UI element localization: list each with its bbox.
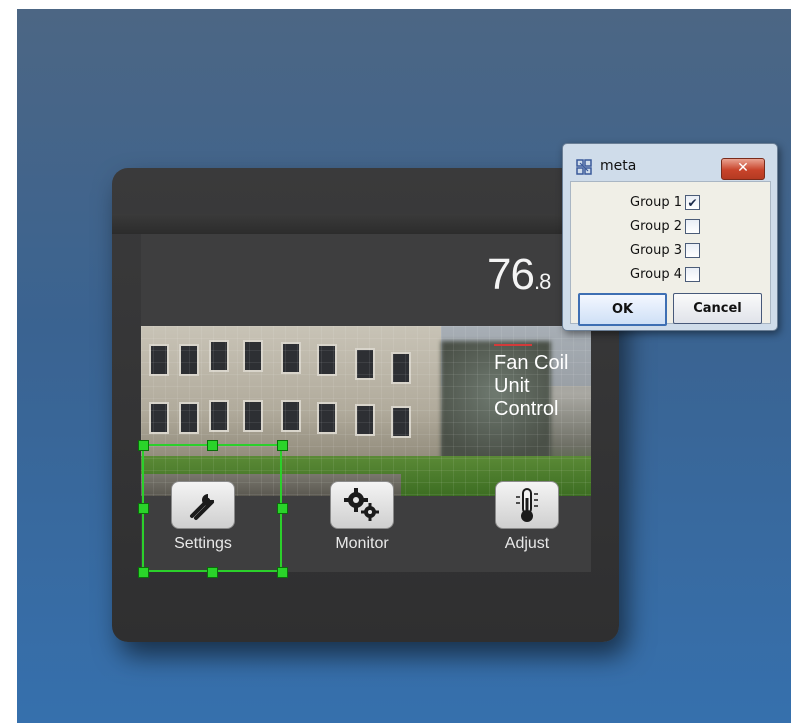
group-row-1[interactable]: Group 1 ✔: [630, 195, 700, 210]
group-checkbox[interactable]: ✔: [685, 195, 700, 210]
resize-handle-bottom[interactable]: [207, 567, 218, 578]
title-line-1: Fan Coil: [494, 352, 569, 374]
monitor-label: Monitor: [335, 535, 389, 552]
monitor-tile: [330, 481, 394, 529]
screen-title[interactable]: Fan Coil Unit Control: [494, 344, 594, 421]
group-row-2[interactable]: Group 2: [630, 219, 700, 234]
thermometer-icon: [516, 488, 538, 522]
title-accent-line: [494, 344, 532, 346]
temperature-readout[interactable]: 76.8: [487, 250, 551, 300]
resize-handle-left[interactable]: [138, 503, 149, 514]
group-row-4[interactable]: Group 4: [630, 267, 700, 282]
dialog-titlebar[interactable]: meta ✕: [563, 144, 777, 180]
grid-app-icon: [576, 159, 592, 175]
title-line-3: Control: [494, 398, 559, 420]
gears-icon: [344, 488, 379, 521]
group-label: Group 2: [630, 219, 682, 234]
ok-button[interactable]: OK: [578, 293, 667, 326]
resize-handle-right[interactable]: [277, 503, 288, 514]
temperature-fraction: .8: [533, 269, 551, 294]
cancel-label: Cancel: [693, 301, 742, 316]
adjust-button[interactable]: Adjust: [494, 481, 560, 553]
group-row-3[interactable]: Group 3: [630, 243, 700, 258]
adjust-label: Adjust: [504, 535, 550, 552]
cancel-button[interactable]: Cancel: [673, 293, 762, 324]
group-label: Group 1: [630, 195, 682, 210]
resize-handle-bottom-right[interactable]: [277, 567, 288, 578]
temperature-integer: 76: [487, 250, 535, 299]
selection-box[interactable]: [142, 444, 282, 572]
resize-handle-bottom-left[interactable]: [138, 567, 149, 578]
resize-handle-top-left[interactable]: [138, 440, 149, 451]
title-line-2: Unit: [494, 375, 530, 397]
group-checkbox[interactable]: [685, 243, 700, 258]
bezel-divider: [112, 214, 619, 234]
group-label: Group 4: [630, 267, 682, 282]
close-button[interactable]: ✕: [721, 158, 765, 180]
group-checkbox[interactable]: [685, 219, 700, 234]
dialog-title: meta: [600, 158, 637, 174]
ok-label: OK: [611, 302, 634, 317]
close-icon: ✕: [737, 160, 749, 176]
meta-dialog: meta ✕ Group 1 ✔ Group 2 Group 3 Group 4…: [562, 143, 778, 331]
group-checkbox[interactable]: [685, 267, 700, 282]
adjust-tile: [495, 481, 559, 529]
monitor-button[interactable]: Monitor: [326, 481, 398, 553]
resize-handle-top[interactable]: [207, 440, 218, 451]
resize-handle-top-right[interactable]: [277, 440, 288, 451]
group-label: Group 3: [630, 243, 682, 258]
